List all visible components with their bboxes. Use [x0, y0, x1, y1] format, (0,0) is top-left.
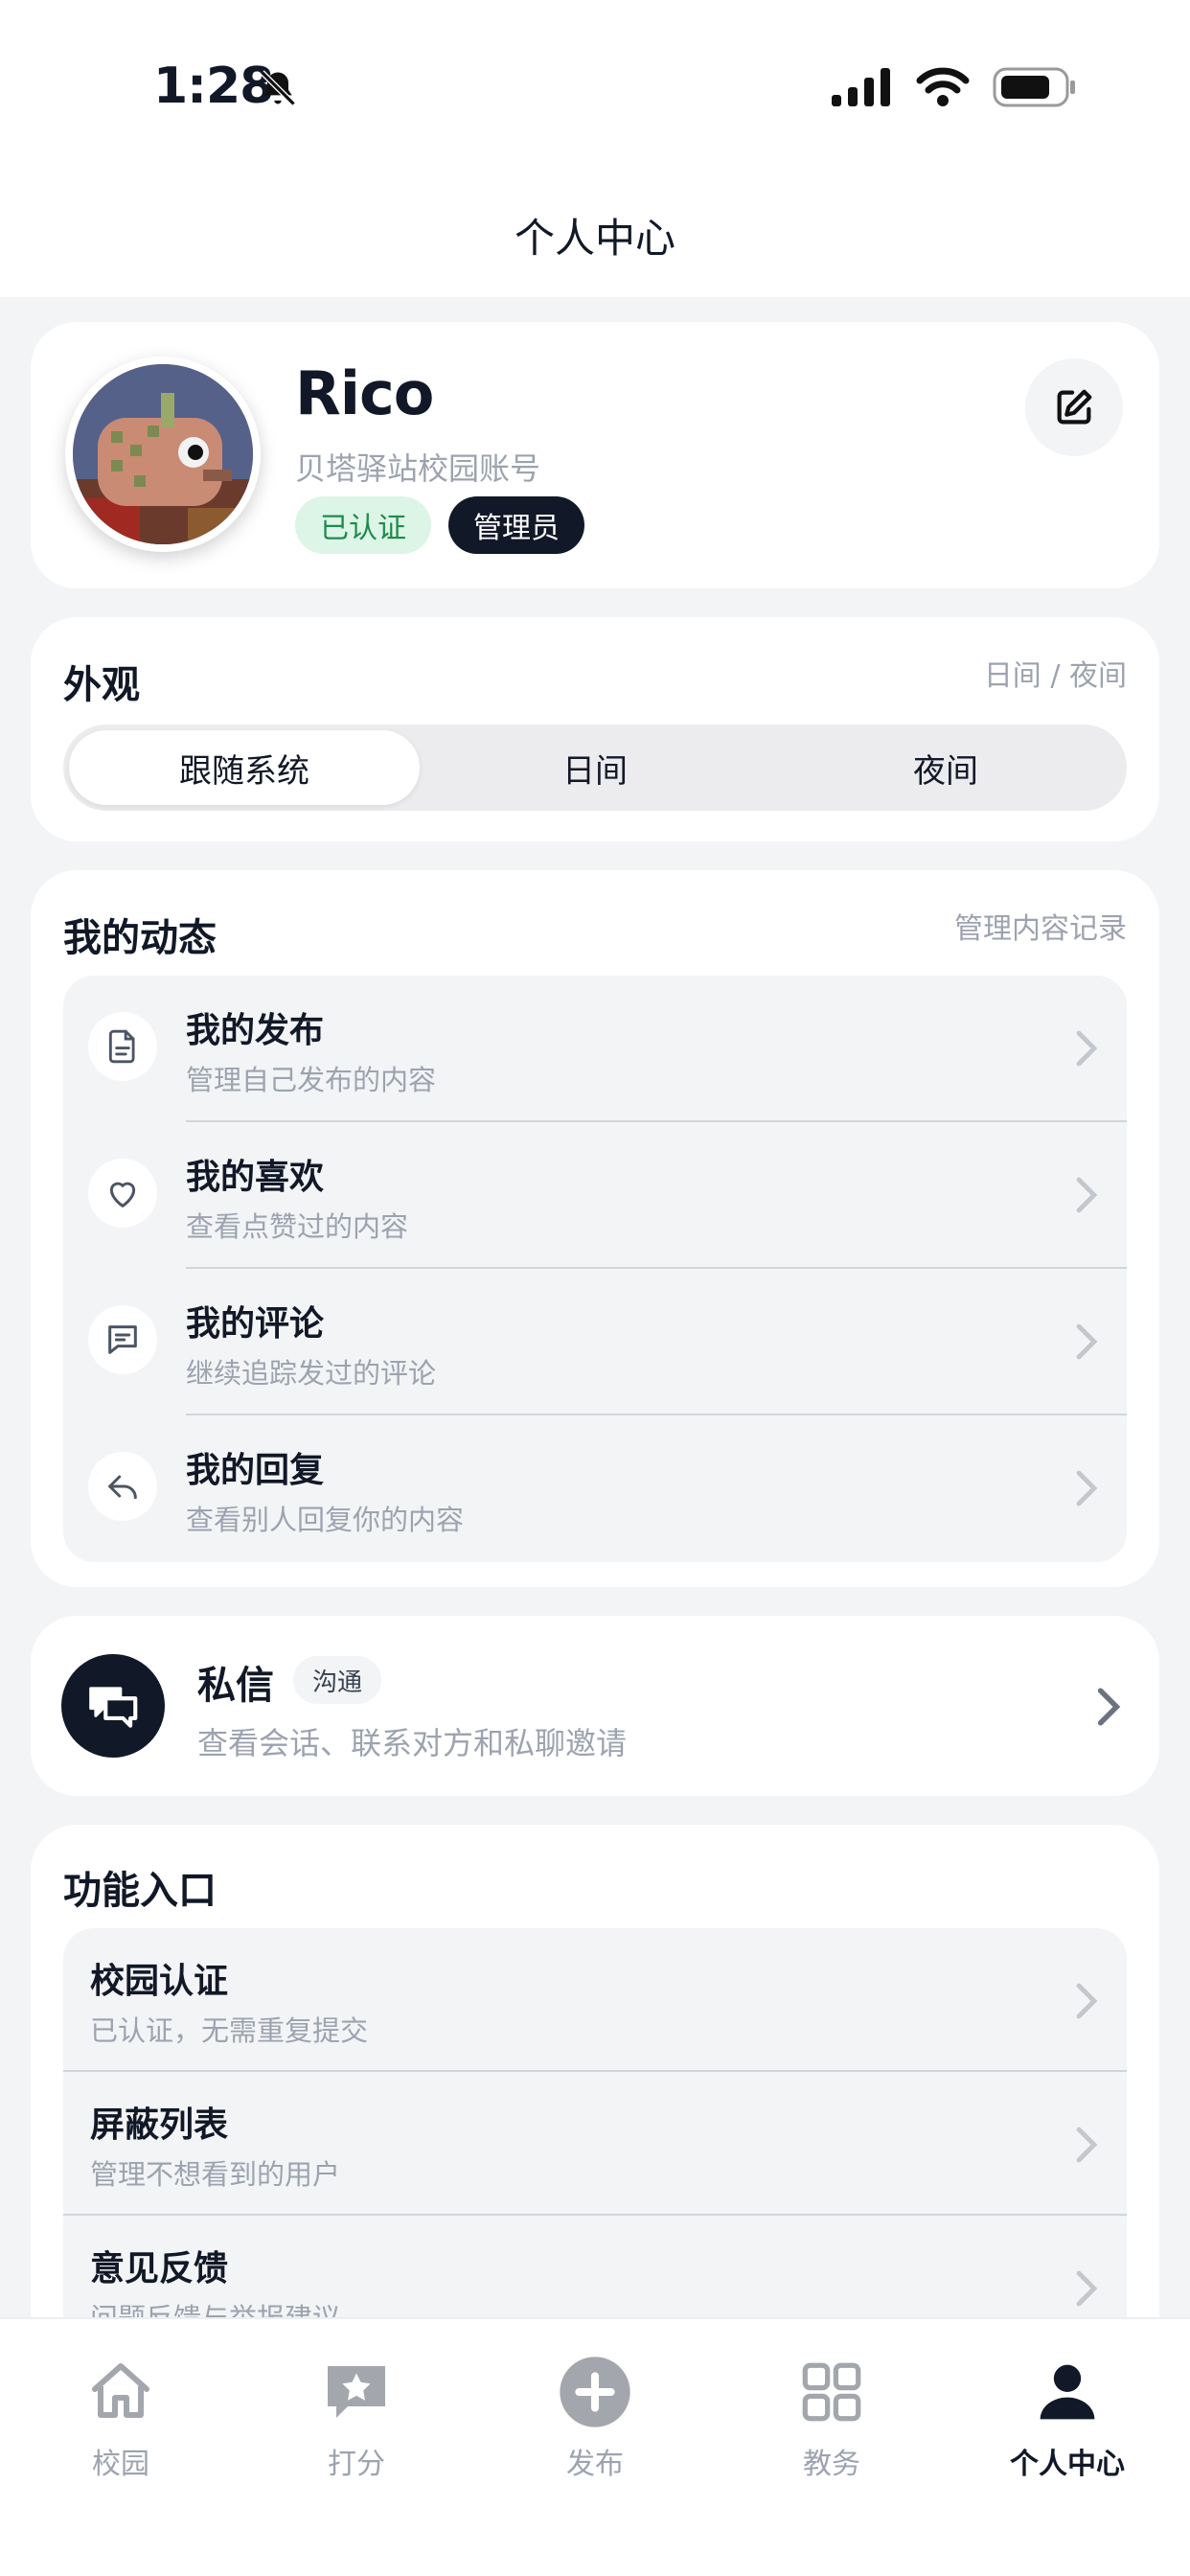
feature-item-title: 屏蔽列表: [90, 2105, 229, 2145]
activity-item-replies[interactable]: 我的回复 查看别人回复你的内容: [63, 1415, 1127, 1562]
chevron-right-icon: [1076, 2127, 1098, 2163]
plus-circle-icon: [557, 2354, 633, 2430]
chevron-right-icon: [1076, 1177, 1098, 1213]
activity-item-title: 我的发布: [186, 1011, 325, 1050]
chevron-right-icon: [1076, 1983, 1098, 2019]
content: Rico 贝塔驿站校园账号 已认证 管理员 外观 日间 / 夜间 跟随系统 日间…: [31, 322, 1159, 2428]
person-icon: [1029, 2354, 1106, 2430]
activity-item-posts[interactable]: 我的发布 管理自己发布的内容: [63, 976, 1127, 1122]
tab-bar: 校园 打分 发布 教务 个人中心: [0, 2317, 1190, 2576]
wifi-icon: [916, 67, 970, 106]
star-bubble-icon: [318, 2354, 395, 2430]
edit-profile-button[interactable]: [1025, 358, 1123, 456]
page-title: 个人中心: [514, 214, 675, 262]
feature-item-campus-verification[interactable]: 校园认证 已认证，无需重复提交: [63, 1928, 1127, 2072]
tab-profile[interactable]: 个人中心: [972, 2354, 1163, 2482]
activity-item-subtitle: 查看点赞过的内容: [186, 1210, 409, 1243]
feature-item-block-list[interactable]: 屏蔽列表 管理不想看到的用户: [63, 2072, 1127, 2216]
badge-group: 已认证 管理员: [295, 496, 584, 554]
feature-item-subtitle: 已认证，无需重复提交: [90, 2014, 369, 2047]
nav-bar: 个人中心: [0, 172, 1190, 297]
tab-label: 教务: [803, 2448, 860, 2481]
theme-option-night[interactable]: 夜间: [770, 730, 1121, 805]
feature-item-title: 意见反馈: [90, 2249, 229, 2288]
messages-card[interactable]: 私信 沟通 查看会话、联系对方和私聊邀请: [31, 1616, 1159, 1796]
theme-segmented-control: 跟随系统 日间 夜间: [63, 724, 1127, 811]
edit-icon: [1057, 389, 1092, 425]
features-list: 校园认证 已认证，无需重复提交 屏蔽列表 管理不想看到的用户 意见反馈 问题反馈…: [63, 1928, 1127, 2359]
activity-item-title: 我的评论: [186, 1304, 325, 1344]
chevron-right-icon: [1076, 1470, 1098, 1506]
chevron-right-icon: [1076, 1030, 1098, 1067]
tab-publish[interactable]: 发布: [499, 2354, 691, 2482]
feature-item-title: 校园认证: [90, 1962, 229, 2001]
appearance-card: 外观 日间 / 夜间 跟随系统 日间 夜间: [31, 617, 1159, 841]
status-time: 1:28: [153, 58, 274, 115]
activity-hint: 管理内容记录: [954, 912, 1127, 946]
messages-title: 私信: [197, 1664, 274, 1708]
features-card: 功能入口 校园认证 已认证，无需重复提交 屏蔽列表 管理不想看到的用户 意见反馈…: [31, 1825, 1159, 2400]
username: Rico: [295, 358, 434, 428]
comment-icon: [88, 1305, 157, 1374]
appearance-hint: 日间 / 夜间: [983, 659, 1127, 693]
activity-item-subtitle: 继续追踪发过的评论: [186, 1357, 437, 1390]
activity-item-title: 我的喜欢: [186, 1158, 325, 1197]
status-indicators: [832, 67, 1077, 107]
chat-bubbles-icon: [61, 1654, 165, 1758]
activity-item-title: 我的回复: [186, 1451, 325, 1490]
tab-campus[interactable]: 校园: [25, 2354, 217, 2482]
tab-label: 校园: [92, 2448, 149, 2481]
chevron-right-icon: [1076, 2270, 1098, 2307]
messages-subtitle: 查看会话、联系对方和私聊邀请: [197, 1725, 628, 1761]
bell-off-icon: [260, 70, 296, 106]
activity-card: 我的动态 管理内容记录 我的发布 管理自己发布的内容 我的喜欢 查看点赞过的内容: [31, 870, 1159, 1587]
theme-option-system[interactable]: 跟随系统: [69, 730, 420, 805]
document-icon: [88, 1012, 157, 1081]
avatar[interactable]: [65, 356, 261, 552]
appearance-title: 外观: [63, 663, 140, 707]
tab-label: 打分: [328, 2448, 385, 2481]
house-icon: [82, 2354, 159, 2430]
features-title: 功能入口: [63, 1869, 217, 1913]
chevron-right-icon: [1076, 1323, 1098, 1360]
signal-icon: [832, 68, 890, 106]
tab-academic[interactable]: 教务: [736, 2354, 927, 2482]
account-subtitle: 贝塔驿站校园账号: [295, 450, 541, 487]
battery-icon: [993, 67, 1075, 107]
grid-icon: [793, 2354, 870, 2430]
heart-icon: [88, 1159, 157, 1228]
feature-item-subtitle: 管理不想看到的用户: [90, 2158, 341, 2191]
theme-option-day[interactable]: 日间: [420, 730, 770, 805]
reply-icon: [88, 1452, 157, 1521]
activity-item-comments[interactable]: 我的评论 继续追踪发过的评论: [63, 1269, 1127, 1415]
avatar-image: [73, 364, 253, 544]
profile-card: Rico 贝塔驿站校园账号 已认证 管理员: [31, 322, 1159, 588]
activity-item-subtitle: 管理自己发布的内容: [186, 1064, 437, 1096]
activity-item-likes[interactable]: 我的喜欢 查看点赞过的内容: [63, 1122, 1127, 1269]
activity-list: 我的发布 管理自己发布的内容 我的喜欢 查看点赞过的内容 我的评论 继续追踪发过…: [63, 976, 1127, 1562]
admin-badge: 管理员: [448, 496, 584, 554]
tab-label: 个人中心: [1010, 2448, 1125, 2481]
tab-label: 发布: [566, 2448, 624, 2481]
tab-rating[interactable]: 打分: [261, 2354, 452, 2482]
messages-tag: 沟通: [293, 1656, 382, 1704]
verified-badge: 已认证: [295, 496, 431, 554]
chevron-right-icon: [1097, 1688, 1121, 1726]
activity-title: 我的动态: [63, 916, 217, 960]
activity-item-subtitle: 查看别人回复你的内容: [186, 1504, 465, 1536]
status-bar: 1:28: [0, 0, 1190, 172]
